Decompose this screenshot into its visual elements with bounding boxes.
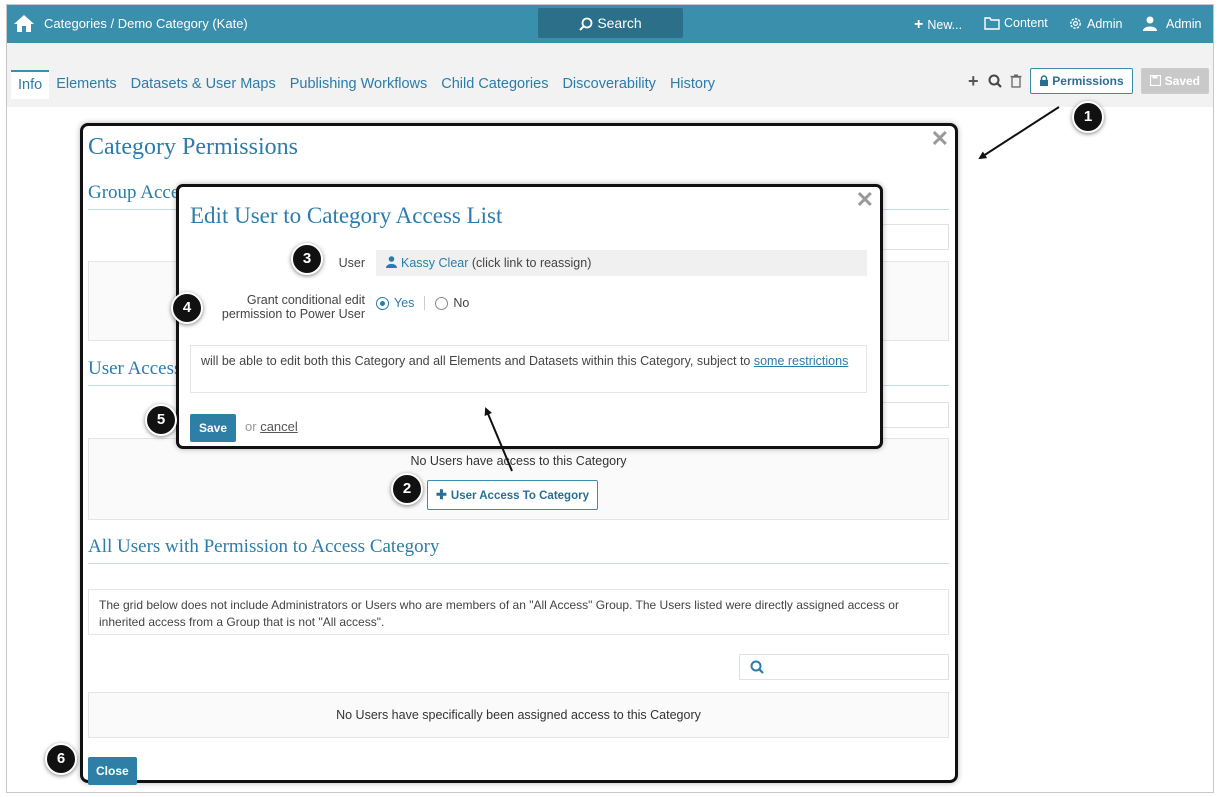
permissions-label: Permissions [1052, 74, 1124, 88]
content-menu[interactable]: Content [984, 16, 1048, 30]
toolbar: + Permissions Saved [966, 68, 1209, 94]
user-icon [1143, 16, 1157, 31]
user-icon [386, 256, 397, 268]
saved-label: Saved [1164, 74, 1200, 88]
admin-menu-label: Admin [1087, 16, 1123, 31]
plus-icon: + [914, 16, 924, 33]
or-text: or [245, 419, 257, 434]
yes-label[interactable]: Yes [394, 296, 414, 310]
user-field: Kassy Clear (click link to reassign) [376, 250, 867, 276]
step-badge-5: 5 [145, 404, 177, 436]
grid-note: The grid below does not include Administ… [88, 589, 949, 635]
trash-icon[interactable] [1010, 74, 1022, 88]
modal-title: Category Permissions [88, 134, 298, 160]
dialog-title: Edit User to Category Access List [190, 203, 503, 228]
description-text: will be able to edit both this Category … [201, 354, 751, 368]
user-access-title: User Access [88, 358, 182, 379]
sub-toolbar: Info Elements Datasets & User Maps Publi… [7, 43, 1213, 107]
search-icon[interactable] [988, 74, 1003, 88]
folder-icon [984, 17, 1000, 30]
yes-radio[interactable] [376, 296, 389, 310]
add-user-access-button[interactable]: ✚ User Access To Category [427, 480, 598, 510]
user-label: User [338, 256, 365, 270]
divider [88, 563, 949, 564]
tab-datasets[interactable]: Datasets & User Maps [124, 70, 283, 99]
save-button[interactable]: Save [190, 414, 237, 442]
search-icon [579, 17, 593, 31]
user-menu-label: Admin [1166, 16, 1202, 31]
admin-menu[interactable]: Admin [1068, 16, 1122, 31]
close-icon[interactable]: ✕ [856, 187, 874, 213]
tab-bar: Info Elements Datasets & User Maps Publi… [11, 70, 722, 99]
all-users-title: All Users with Permission to Access Cate… [88, 536, 440, 557]
step-badge-4: 4 [171, 292, 203, 324]
tab-info[interactable]: Info [11, 70, 50, 99]
no-users-text: No Users have access to this Category [410, 454, 627, 468]
tab-publishing-workflows[interactable]: Publishing Workflows [283, 70, 435, 99]
step-badge-6: 6 [45, 743, 77, 775]
tab-discoverability[interactable]: Discoverability [555, 70, 662, 99]
search-button[interactable]: Search [538, 8, 683, 38]
saved-button[interactable]: Saved [1140, 68, 1209, 94]
user-hint: (click link to reassign) [471, 256, 592, 270]
add-icon[interactable]: + [966, 71, 980, 92]
search-icon [750, 660, 764, 674]
search-label: Search [597, 15, 642, 31]
breadcrumb[interactable]: Categories / Demo Category (Kate) [44, 16, 248, 31]
content-menu-label: Content [1004, 16, 1048, 30]
home-icon[interactable] [13, 13, 35, 33]
restrictions-link[interactable]: some restrictions [754, 354, 848, 368]
app-window: Categories / Demo Category (Kate) Search… [6, 4, 1214, 793]
cancel-link[interactable]: cancel [260, 419, 298, 434]
tab-child-categories[interactable]: Child Categories [434, 70, 555, 99]
user-link[interactable]: Kassy Clear [401, 256, 468, 270]
tab-elements[interactable]: Elements [49, 70, 123, 99]
close-icon[interactable]: ✕ [931, 126, 949, 152]
grant-radio-group: Yes No [376, 296, 469, 310]
plus-icon: ✚ [436, 487, 447, 502]
no-assigned-text: No Users have specifically been assigned… [336, 708, 701, 722]
tab-history[interactable]: History [663, 70, 722, 99]
new-menu-label: New... [927, 18, 963, 32]
gear-icon [1070, 18, 1081, 29]
no-label[interactable]: No [453, 296, 469, 310]
lock-icon [1040, 75, 1049, 86]
close-button[interactable]: Close [88, 757, 137, 785]
new-menu[interactable]: + New... [914, 16, 962, 34]
top-bar: Categories / Demo Category (Kate) Search… [7, 5, 1213, 43]
permission-description: will be able to edit both this Category … [190, 345, 867, 393]
all-users-search-input[interactable] [739, 654, 949, 680]
grant-label: Grant conditional edit permission to Pow… [222, 293, 365, 321]
arrow-1 [978, 106, 1060, 160]
step-badge-3: 3 [291, 243, 323, 275]
add-user-access-label: User Access To Category [450, 490, 589, 502]
grant-label-line-1: Grant conditional edit [246, 293, 365, 307]
grant-label-line-2: permission to Power User [221, 307, 365, 321]
step-badge-2: 2 [391, 473, 423, 505]
edit-user-access-dialog: ✕ Edit User to Category Access List User… [176, 184, 883, 449]
all-users-grid: No Users have specifically been assigned… [88, 692, 949, 738]
or-cancel: or cancel [245, 419, 298, 434]
save-disk-icon [1149, 74, 1161, 87]
step-badge-1: 1 [1072, 101, 1104, 133]
permissions-button[interactable]: Permissions [1030, 68, 1133, 94]
no-radio[interactable] [435, 296, 449, 310]
divider [424, 296, 426, 310]
user-menu[interactable]: Admin [1142, 16, 1201, 31]
